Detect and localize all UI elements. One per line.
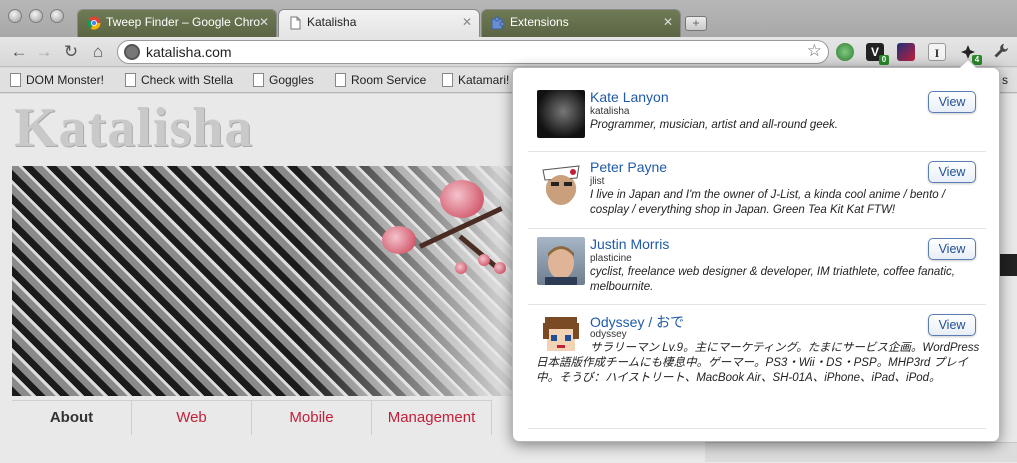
page-icon (442, 73, 453, 87)
nav-about[interactable]: About (12, 401, 132, 435)
tab-tweep-finder[interactable]: Tweep Finder – Google Chro ✕ (77, 9, 277, 37)
avatar (537, 237, 585, 285)
nav-web[interactable]: Web (132, 401, 252, 435)
page-icon (10, 73, 21, 87)
site-nav: About Web Mobile Management (12, 400, 492, 435)
close-window-button[interactable] (8, 9, 22, 23)
tab-katalisha[interactable]: Katalisha ✕ (278, 9, 480, 37)
bookmark-item-overflow[interactable]: s (1002, 73, 1008, 87)
i-glyph: I (934, 46, 940, 60)
user-name[interactable]: Peter Payne (590, 159, 667, 175)
page-icon (253, 73, 264, 87)
new-tab-button[interactable]: + (685, 16, 707, 31)
list-item: Odyssey / おで odyssey サラリーマン Lv.9。主にマーケティ… (528, 305, 986, 429)
bookmark-label: Room Service (351, 73, 427, 87)
globe-icon (124, 44, 140, 60)
page-icon (125, 73, 136, 87)
v-glyph: V (870, 45, 879, 59)
tab-extensions[interactable]: Extensions ✕ (481, 9, 681, 37)
puzzle-icon (491, 16, 505, 30)
avatar (537, 160, 585, 208)
bookmark-label: s (1002, 73, 1008, 87)
view-button[interactable]: View (928, 238, 976, 260)
zoom-window-button[interactable] (50, 9, 64, 23)
page-icon (335, 73, 346, 87)
wrench-icon[interactable] (992, 43, 1010, 61)
bookmark-item[interactable]: Room Service (333, 73, 426, 87)
user-name[interactable]: Kate Lanyon (590, 89, 669, 105)
toolbar: ← → ↻ ⌂ katalisha.com ☆ V 0 I 4 (0, 37, 1017, 67)
tab-title: Tweep Finder – Google Chro (106, 15, 261, 29)
user-handle: katalisha (590, 106, 630, 117)
page-icon (288, 16, 302, 30)
site-title[interactable]: Katalisha (14, 96, 253, 160)
tab-strip: Tweep Finder – Google Chro ✕ Katalisha ✕… (0, 0, 1017, 37)
view-button[interactable]: View (928, 161, 976, 183)
tweep-finder-popup: Kate Lanyon katalisha Programmer, musici… (512, 67, 1000, 442)
bookmark-item[interactable]: Katamari! (440, 73, 509, 87)
view-button[interactable]: View (928, 91, 976, 113)
chrome-icon (87, 16, 101, 30)
reload-button[interactable]: ↻ (61, 42, 81, 62)
forward-button[interactable]: → (34, 42, 54, 62)
user-bio: Programmer, musician, artist and all-rou… (590, 119, 838, 131)
user-name[interactable]: Justin Morris (590, 236, 669, 252)
nav-mobile[interactable]: Mobile (252, 401, 372, 435)
tab-title: Extensions (510, 15, 569, 29)
list-item: Peter Payne jlist I live in Japan and I'… (528, 152, 986, 229)
i-extension-icon[interactable]: I (928, 43, 946, 61)
minimize-window-button[interactable] (29, 9, 43, 23)
view-button[interactable]: View (928, 314, 976, 336)
bookmark-label: Katamari! (458, 73, 510, 87)
green-extension-icon[interactable] (836, 43, 854, 61)
list-item: Justin Morris plasticine cyclist, freela… (528, 229, 986, 305)
tab-title: Katalisha (307, 15, 357, 29)
extension-badge: 0 (879, 55, 889, 65)
user-handle: odyssey (590, 329, 627, 340)
url-text: katalisha.com (146, 44, 232, 60)
user-bio: サラリーマン Lv.9。主にマーケティング。たまにサービス企画。WordPres… (536, 342, 980, 384)
bookmark-item[interactable]: DOM Monster! (8, 73, 104, 87)
bookmark-item[interactable]: Check with Stella (123, 73, 233, 87)
nav-management[interactable]: Management (372, 401, 492, 435)
blue-extension-icon[interactable] (897, 43, 915, 61)
user-handle: jlist (590, 176, 605, 187)
close-tab-icon[interactable]: ✕ (259, 15, 269, 29)
close-tab-icon[interactable]: ✕ (663, 15, 673, 29)
close-tab-icon[interactable]: ✕ (462, 15, 472, 29)
back-button[interactable]: ← (9, 42, 29, 62)
bookmark-star-icon[interactable]: ☆ (807, 41, 822, 61)
home-button[interactable]: ⌂ (88, 42, 108, 62)
address-bar[interactable]: katalisha.com ☆ (117, 40, 829, 64)
v-extension-icon[interactable]: V 0 (866, 43, 889, 65)
user-handle: plasticine (590, 253, 632, 264)
avatar (537, 90, 585, 138)
user-bio: I live in Japan and I'm the owner of J-L… (590, 189, 946, 216)
list-item: Kate Lanyon katalisha Programmer, musici… (528, 82, 986, 152)
page-bottom-bar (705, 442, 1017, 462)
bookmark-label: DOM Monster! (26, 73, 105, 87)
bookmark-label: Goggles (269, 73, 314, 87)
bookmark-label: Check with Stella (141, 73, 234, 87)
user-bio: cyclist, freelance web designer & develo… (590, 266, 955, 293)
bookmark-item[interactable]: Goggles (251, 73, 314, 87)
